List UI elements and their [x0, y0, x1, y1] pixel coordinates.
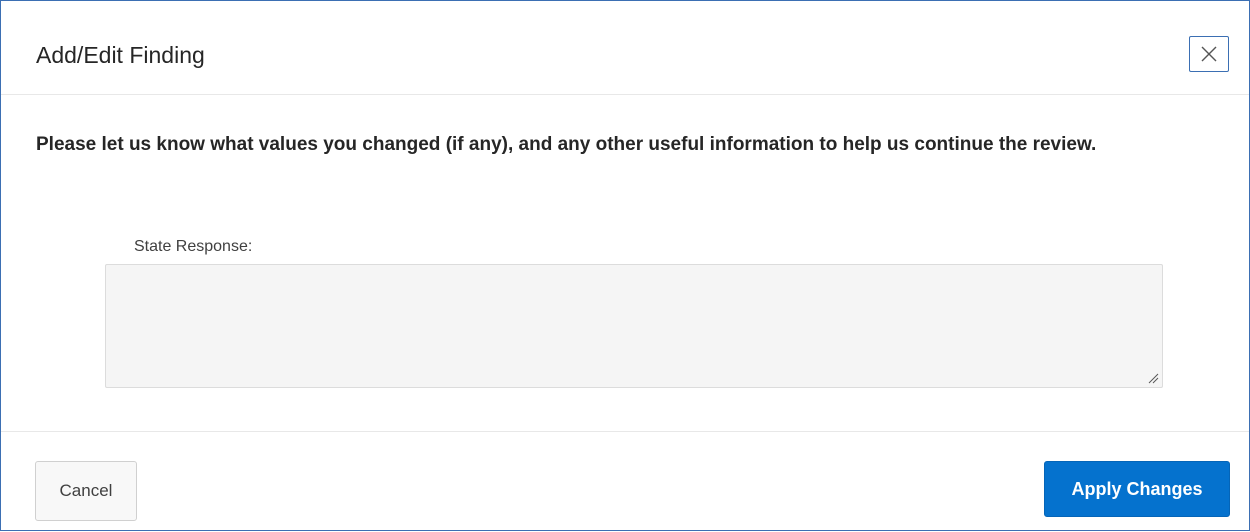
- cancel-button[interactable]: Cancel: [35, 461, 137, 521]
- dialog-header: Add/Edit Finding: [1, 1, 1249, 95]
- state-response-textarea[interactable]: [105, 264, 1163, 388]
- dialog-footer: Cancel Apply Changes: [1, 431, 1249, 532]
- apply-changes-button[interactable]: Apply Changes: [1044, 461, 1230, 517]
- add-edit-finding-dialog: Add/Edit Finding Please let us know what…: [0, 0, 1250, 531]
- state-response-label: State Response:: [134, 238, 253, 255]
- dialog-body: Please let us know what values you chang…: [1, 96, 1249, 431]
- resize-handle-icon[interactable]: [1147, 372, 1159, 384]
- close-icon: [1201, 46, 1217, 62]
- close-button[interactable]: [1189, 36, 1229, 72]
- dialog-title: Add/Edit Finding: [36, 42, 205, 68]
- instructions-text: Please let us know what values you chang…: [36, 134, 1097, 155]
